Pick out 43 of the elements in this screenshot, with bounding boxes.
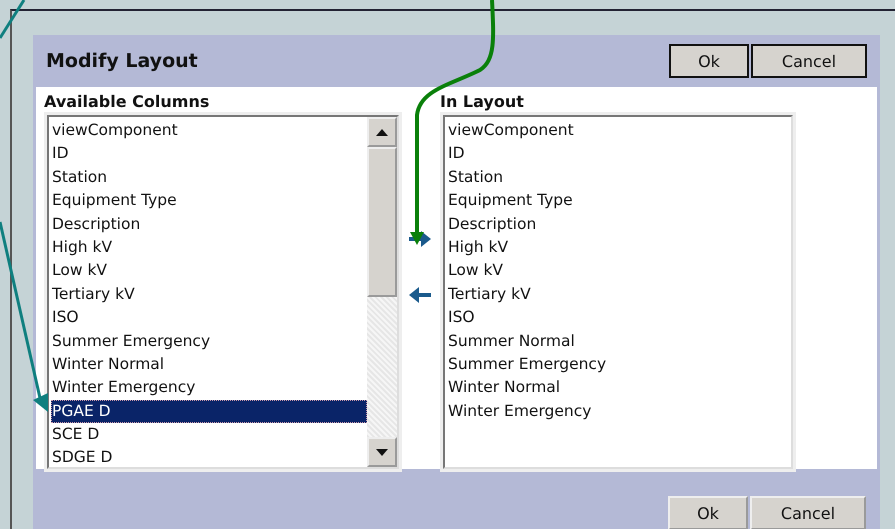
list-item[interactable]: Equipment Type [447,189,791,213]
list-item[interactable]: High kV [447,236,791,260]
list-item[interactable]: Station [447,166,791,190]
list-item[interactable]: ID [447,142,791,166]
list-item[interactable]: Summer Emergency [51,330,367,353]
list-item[interactable]: Low kV [51,259,367,283]
list-item[interactable]: ID [51,142,367,166]
scroll-up-button[interactable] [367,117,397,147]
cancel-button[interactable]: Cancel [750,496,866,529]
list-item[interactable]: Winter Normal [447,376,791,400]
list-item[interactable]: Winter Normal [51,352,367,376]
scroll-down-button[interactable] [367,437,397,467]
column-list[interactable]: viewComponent ID Station Equipment Type Description High kV Low kV Tertiary kV ISO Summer Emergency Winter Normal Winter Emergency PGAE D SCE D SDGE D [47,115,399,469]
list-item[interactable]: SDGE D [51,446,367,467]
ok-button[interactable]: Ok [669,44,749,78]
remove-arrow-icon[interactable] [408,287,430,303]
ok-button[interactable]: Ok [668,496,748,529]
list-item[interactable]: PGAE D [51,400,367,424]
list-item[interactable]: ISO [447,306,791,330]
list-item[interactable]: Summer Emergency [447,352,791,376]
list-label: Available Columns [44,91,210,113]
list-item[interactable]: Station [51,166,367,190]
list-item[interactable]: Description [447,212,791,236]
list-item[interactable]: Equipment Type [51,189,367,213]
cancel-button[interactable]: Cancel [751,44,867,78]
list-item[interactable]: Winter Emergency [447,400,791,424]
list-item[interactable]: Tertiary kV [447,282,791,306]
dialog-title: Modify Layout [46,50,198,72]
list-item[interactable]: ISO [51,306,367,330]
list-item[interactable]: High kV [51,236,367,260]
scrollbar-thumb[interactable] [367,147,397,297]
list-item[interactable]: viewComponent [51,119,367,142]
list-item[interactable]: viewComponent [447,119,791,142]
list-item[interactable]: Low kV [447,259,791,283]
list-item[interactable]: SCE D [51,423,367,446]
list-item[interactable]: Winter Emergency [51,376,367,400]
list-item[interactable]: Tertiary kV [51,282,367,306]
list-item[interactable]: Description [51,212,367,236]
list-item[interactable]: Summer Normal [447,330,791,353]
list-label: In Layout [440,91,525,113]
up-triangle-icon [376,128,388,136]
column-list[interactable]: viewComponent ID Station Equipment Type Description High kV Low kV Tertiary kV ISO Summer Normal Summer Emergency Winter Normal Winter Emergency [443,115,793,469]
down-triangle-icon [376,448,388,456]
